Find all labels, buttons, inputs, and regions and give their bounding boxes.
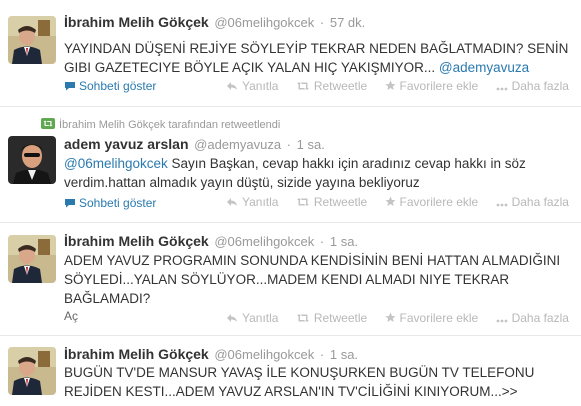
more-button[interactable]: Daha fazla	[496, 311, 569, 325]
time-separator: ·	[319, 347, 325, 362]
author-username[interactable]: @ademyavuza	[194, 137, 281, 152]
author-fullname[interactable]: adem yavuz arslan	[64, 136, 189, 152]
tweet-item[interactable]: İbrahim Melih Gökçek @06melihgokcek · 1 …	[0, 223, 581, 336]
retweet-label: Retweetle	[313, 79, 368, 93]
reply-button[interactable]: Yanıtla	[226, 79, 278, 93]
tweet-item[interactable]: İbrahim Melih Gökçek @06melihgokcek · 57…	[0, 0, 581, 107]
author-username[interactable]: @06melihgokcek	[214, 15, 314, 30]
more-dots-icon	[496, 203, 507, 207]
retweet-label: Retweetle	[313, 311, 368, 325]
favorite-button[interactable]: Favorilere ekle	[385, 311, 479, 325]
tweet-text: BUGÜN TV'DE MANSUR YAVAŞ İLE KONUŞURKEN …	[64, 365, 535, 399]
tweet-header: İbrahim Melih Gökçek @06melihgokcek · 57…	[64, 14, 365, 30]
more-label: Daha fazla	[511, 195, 569, 209]
retweet-button[interactable]: Retweetle	[296, 195, 367, 209]
favorite-star-icon	[385, 80, 396, 90]
favorite-button[interactable]: Favorilere ekle	[385, 195, 479, 209]
reply-icon	[227, 82, 237, 90]
tweet-actions: Yanıtla Retweetle Favorilere ekle Daha f…	[226, 79, 581, 93]
favorite-star-icon	[385, 196, 396, 206]
tweet-header: adem yavuz arslan @ademyavuza · 1 sa.	[64, 136, 325, 152]
time-separator: ·	[319, 234, 325, 249]
more-button[interactable]: Daha fazla	[496, 79, 569, 93]
author-username[interactable]: @06melihgokcek	[214, 234, 314, 249]
mention-link[interactable]: @ademyavuza	[439, 60, 529, 75]
retweet-label: Retweetle	[313, 195, 368, 209]
more-label: Daha fazla	[511, 311, 569, 325]
time-separator: ·	[286, 137, 292, 152]
tweet-timestamp[interactable]: 1 sa.	[330, 234, 358, 249]
author-fullname[interactable]: İbrahim Melih Gökçek	[64, 233, 209, 249]
retweet-icon	[296, 314, 309, 322]
favorite-label: Favorilere ekle	[399, 195, 479, 209]
favorite-star-icon	[385, 312, 396, 322]
author-fullname[interactable]: İbrahim Melih Gökçek	[64, 14, 209, 30]
retweet-context: İbrahim Melih Gökçek tarafından retweetl…	[41, 118, 280, 131]
avatar-image	[8, 347, 56, 395]
tweet-item[interactable]: İbrahim Melih Gökçek @06melihgokcek · 1 …	[0, 336, 581, 406]
timeline-feed: İbrahim Melih Gökçek @06melihgokcek · 57…	[0, 0, 581, 406]
retweet-icon	[296, 198, 309, 206]
more-dots-icon	[496, 319, 507, 323]
more-button[interactable]: Daha fazla	[496, 195, 569, 209]
tweet-timestamp[interactable]: 1 sa.	[330, 347, 358, 362]
tweet-timestamp[interactable]: 57 dk.	[330, 15, 365, 30]
show-conversation-link[interactable]: Sohbeti göster	[64, 196, 156, 210]
retweet-button[interactable]: Retweetle	[296, 311, 367, 325]
mention-link[interactable]: @06melihgokcek	[64, 156, 168, 171]
reply-button[interactable]: Yanıtla	[226, 195, 278, 209]
retweet-icon	[41, 118, 55, 129]
show-conversation-link[interactable]: Sohbeti göster	[64, 79, 156, 93]
tweet-timestamp[interactable]: 1 sa.	[297, 137, 325, 152]
more-label: Daha fazla	[511, 79, 569, 93]
tweet-text: ADEM YAVUZ PROGRAMIN SONUNDA KENDİSİNİN …	[64, 253, 561, 306]
avatar-image	[8, 16, 56, 64]
tweet-text: @06melihgokcek Sayın Başkan, cevap hakkı…	[64, 154, 574, 192]
reply-label: Yanıtla	[242, 195, 279, 209]
reply-button[interactable]: Yanıtla	[226, 311, 278, 325]
tweet-header: İbrahim Melih Gökçek @06melihgokcek · 1 …	[64, 233, 358, 249]
tweet-actions: Yanıtla Retweetle Favorilere ekle Daha f…	[226, 195, 581, 209]
tweet-actions: Yanıtla Retweetle Favorilere ekle Daha f…	[226, 311, 581, 325]
author-username[interactable]: @06melihgokcek	[214, 347, 314, 362]
author-fullname[interactable]: İbrahim Melih Gökçek	[64, 346, 209, 362]
tweet-header: İbrahim Melih Gökçek @06melihgokcek · 1 …	[64, 346, 358, 362]
avatar-image	[8, 235, 56, 283]
reply-label: Yanıtla	[242, 79, 279, 93]
avatar[interactable]	[8, 347, 56, 395]
tweet-text: YAYINDAN DÜŞENİ REJİYE SÖYLEYİP TEKRAR N…	[64, 39, 574, 77]
favorite-label: Favorilere ekle	[399, 79, 479, 93]
reply-icon	[227, 198, 237, 206]
avatar[interactable]	[8, 16, 56, 64]
time-separator: ·	[319, 15, 325, 30]
retweet-icon	[296, 82, 309, 90]
reply-label: Yanıtla	[242, 311, 279, 325]
expand-tweet-link[interactable]: Aç	[64, 309, 78, 323]
avatar[interactable]	[8, 235, 56, 283]
show-conversation-label: Sohbeti göster	[79, 79, 157, 93]
conversation-bubble-icon	[65, 199, 75, 208]
tweet-item[interactable]: İbrahim Melih Gökçek tarafından retweetl…	[0, 107, 581, 223]
avatar-image	[8, 136, 56, 184]
retweeted-by-text[interactable]: İbrahim Melih Gökçek tarafından retweetl…	[59, 119, 280, 131]
favorite-button[interactable]: Favorilere ekle	[385, 79, 479, 93]
reply-icon	[227, 314, 237, 322]
avatar[interactable]	[8, 136, 56, 184]
retweet-button[interactable]: Retweetle	[296, 79, 367, 93]
conversation-bubble-icon	[65, 82, 75, 91]
show-conversation-label: Sohbeti göster	[79, 196, 157, 210]
more-dots-icon	[496, 87, 507, 91]
favorite-label: Favorilere ekle	[399, 311, 479, 325]
